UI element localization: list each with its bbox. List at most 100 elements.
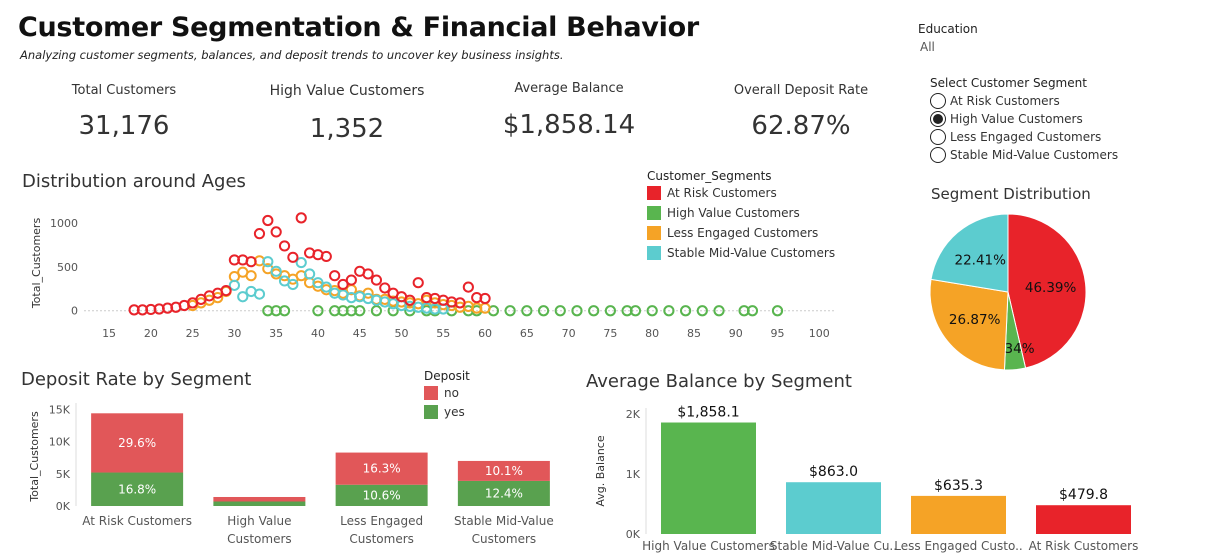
segment-option-label: Stable Mid-Value Customers (950, 148, 1119, 162)
scatter-point (370, 274, 383, 286)
y-tick-label: 0 (71, 305, 78, 318)
x-tick-label: Stable Mid-Value Cu.. (770, 539, 897, 553)
x-tick-label: Customers (349, 532, 414, 546)
deposit-chart-title: Deposit Rate by Segment (21, 369, 252, 390)
segment-option-stable-mid[interactable]: Stable Mid-Value Customers (930, 146, 1118, 164)
bar-data-label: $863.0 (809, 464, 858, 480)
x-tick-label: Stable Mid-Value (454, 514, 554, 528)
kpi-average-balance-value: $1,858.14 (502, 110, 636, 140)
x-tick-label: Less Engaged (340, 514, 423, 528)
x-tick-label: 100 (809, 327, 830, 340)
kpi-high-value-value: 1,352 (309, 114, 385, 144)
y-tick-label: 10K (49, 436, 71, 449)
bar (786, 482, 881, 534)
x-tick-label: 25 (186, 327, 200, 340)
pie-slice-label: 22.41% (954, 252, 1006, 268)
dashboard-title: Customer Segmentation & Financial Behavi… (18, 12, 699, 43)
y-tick-label: 0K (56, 500, 71, 513)
segment-option-label: Less Engaged Customers (950, 130, 1102, 144)
y-tick-label: 1K (626, 468, 641, 481)
y-tick-label: 1000 (50, 217, 78, 230)
bar-segment (213, 496, 306, 502)
y-tick-label: 5K (56, 468, 71, 481)
y-tick-label: 15K (49, 403, 71, 416)
x-tick-label: 80 (645, 327, 659, 340)
radio-icon[interactable] (930, 93, 946, 109)
segment-filter-label: Select Customer Segment (930, 76, 1087, 90)
x-tick-label: At Risk Customers (1029, 539, 1139, 553)
segment-option-label: High Value Customers (950, 112, 1083, 126)
balance-bar-chart: 0K 1K 2K Avg. Balance $1,858.1 High Value Cus… (594, 405, 1139, 553)
x-tick-label: 15 (102, 327, 116, 340)
bar (911, 495, 1006, 534)
segment-option-high-value[interactable]: High Value Customers (930, 110, 1118, 128)
x-tick-label: 95 (771, 327, 785, 340)
bar-data-label: 16.3% (363, 462, 401, 476)
x-tick-label: 85 (687, 327, 701, 340)
pie-chart-title: Segment Distribution (931, 185, 1091, 203)
scatter-point (329, 270, 341, 282)
x-tick-label: 30 (227, 327, 241, 340)
scatter-point (412, 277, 424, 289)
kpi-high-value-label: High Value Customers (269, 83, 425, 99)
bar-data-label: $635.3 (934, 478, 983, 494)
segment-option-at-risk[interactable]: At Risk Customers (930, 92, 1118, 110)
scatter-point (270, 226, 282, 238)
bar-data-label: 10.1% (485, 464, 523, 478)
y-tick-label: 2K (626, 408, 641, 421)
y-axis-label: Total_Customers (30, 218, 43, 310)
kpi-deposit-rate-value: 62.87% (751, 111, 851, 141)
pie-slice-label: 46.39% (1025, 280, 1077, 296)
x-tick-label: Customers (227, 532, 292, 546)
x-tick-label: 35 (269, 327, 283, 340)
scatter-point (262, 214, 274, 227)
y-tick-label: 0K (626, 528, 641, 541)
segment-pie-chart: 46.39%4.34%26.87%22.41% (929, 213, 1087, 371)
ages-chart-title: Distribution around Ages (22, 171, 246, 192)
scatter-point (521, 305, 533, 317)
bar-data-label: 29.6% (118, 436, 156, 450)
x-tick-label: 40 (311, 327, 325, 340)
radio-icon[interactable] (930, 129, 946, 145)
segment-radio-group: At Risk Customers High Value Customers L… (930, 92, 1118, 164)
bar-data-label: $479.8 (1059, 487, 1108, 503)
x-tick-label: Customers (472, 532, 537, 546)
kpi-deposit-rate-label: Overall Deposit Rate (733, 83, 869, 98)
segment-option-label: At Risk Customers (950, 94, 1060, 108)
x-tick-label: 70 (562, 327, 576, 340)
y-axis-label: Total_Customers (28, 411, 41, 503)
education-filter-label: Education (918, 22, 978, 36)
education-filter-value[interactable]: All (920, 40, 935, 54)
radio-selected-icon[interactable] (930, 111, 946, 127)
x-tick-label: Less Engaged Custo.. (894, 539, 1022, 553)
y-axis-label: Avg. Balance (594, 435, 607, 506)
pie-slice-label: 26.87% (949, 312, 1001, 328)
scatter-point (462, 281, 474, 293)
x-tick-label: 60 (478, 327, 492, 340)
bar (1036, 505, 1131, 534)
dashboard-subtitle: Analyzing customer segments, balances, a… (20, 48, 564, 62)
bar-data-label: 16.8% (118, 482, 156, 496)
bar-segment (213, 501, 306, 506)
scatter-point (713, 305, 725, 317)
segments-legend-title: Customer_Segments (647, 169, 772, 183)
scatter-point (287, 251, 299, 263)
x-tick-label: High Value (227, 514, 291, 528)
bar (661, 422, 756, 534)
scatter-point (253, 288, 266, 300)
legend-label: At Risk Customers (667, 186, 777, 200)
kpi-average-balance-label: Average Balance (514, 81, 624, 96)
x-tick-label: High Value Customers (642, 539, 775, 553)
x-tick-label: 45 (353, 327, 367, 340)
x-tick-label: 75 (603, 327, 617, 340)
segment-option-less-engaged[interactable]: Less Engaged Customers (930, 128, 1118, 146)
x-tick-label: 65 (520, 327, 534, 340)
radio-icon[interactable] (930, 147, 946, 163)
scatter-point (253, 228, 266, 240)
x-tick-label: 90 (729, 327, 743, 340)
x-tick-label: 20 (144, 327, 158, 340)
scatter-point (278, 240, 291, 252)
legend-swatch (647, 186, 661, 200)
bar-data-label: 12.4% (485, 486, 523, 500)
deposit-bar-chart: 0K 5K 10K 15K Total_Customers 16.8% 29.6% At Ri… (28, 403, 554, 546)
